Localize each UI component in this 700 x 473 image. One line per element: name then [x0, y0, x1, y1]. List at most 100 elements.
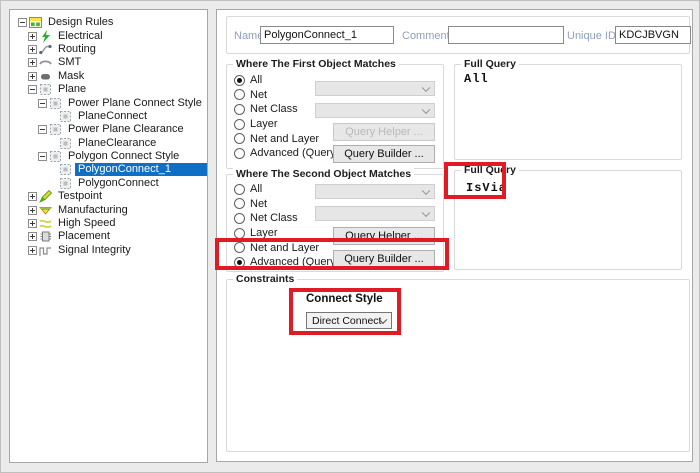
tree-item-label[interactable]: Plane — [55, 83, 89, 96]
full-query-second-title: Full Query — [461, 164, 519, 176]
tree-item-label[interactable]: Power Plane Clearance — [65, 123, 187, 136]
radio-label: Net — [250, 198, 267, 210]
tree-item-planeconnect[interactable]: PlaneConnect — [10, 110, 207, 123]
tree-item-label[interactable]: Manufacturing — [55, 204, 131, 217]
connect-style-label: Connect Style — [306, 293, 383, 305]
radio-button[interactable] — [234, 119, 245, 130]
expand-icon[interactable] — [28, 32, 37, 41]
radio-option-net-and-layer[interactable]: Net and Layer — [234, 131, 339, 146]
unique-id-input[interactable] — [615, 26, 691, 44]
tree-item-manufacturing[interactable]: Manufacturing — [10, 203, 207, 216]
tree-item-polygonconnect-1[interactable]: PolygonConnect_1 — [10, 163, 207, 176]
tree-item-label[interactable]: Mask — [55, 70, 87, 83]
rule-icon — [49, 97, 62, 110]
constraints-group: Constraints Connect Style Direct Connect — [226, 279, 690, 452]
tree-item-label[interactable]: Signal Integrity — [55, 244, 134, 257]
full-query-second-group: Full Query IsVia — [454, 170, 682, 270]
comment-input[interactable] — [448, 26, 564, 44]
tree-item-smt[interactable]: SMT — [10, 56, 207, 69]
radio-button-checked[interactable] — [234, 75, 245, 86]
full-query-first-title: Full Query — [461, 58, 519, 70]
radio-option-layer[interactable]: Layer — [234, 117, 339, 132]
name-input[interactable] — [260, 26, 394, 44]
tree-item-label[interactable]: SMT — [55, 56, 84, 69]
design-rules-dialog: Design RulesElectricalRoutingSMTMaskPlan… — [0, 0, 700, 473]
radio-button[interactable] — [234, 184, 245, 195]
expand-icon[interactable] — [28, 246, 37, 255]
expand-icon[interactable] — [28, 45, 37, 54]
radio-label: All — [250, 183, 262, 195]
radio-option-net-and-layer[interactable]: Net and Layer — [234, 240, 339, 255]
collapse-icon[interactable] — [38, 152, 47, 161]
tree-item-testpoint[interactable]: Testpoint — [10, 190, 207, 203]
expand-icon[interactable] — [28, 219, 37, 228]
radio-button-checked[interactable] — [234, 257, 245, 268]
tree-item-polygon-connect-style[interactable]: Polygon Connect Style — [10, 150, 207, 163]
tree-item-signal-integrity[interactable]: Signal Integrity — [10, 244, 207, 257]
tree-item-electrical[interactable]: Electrical — [10, 29, 207, 42]
tree-item-label[interactable]: Power Plane Connect Style — [65, 97, 205, 110]
collapse-icon[interactable] — [28, 85, 37, 94]
tree-item-label[interactable]: PlaneClearance — [75, 137, 159, 150]
radio-button[interactable] — [234, 133, 245, 144]
expand-icon[interactable] — [28, 232, 37, 241]
expand-icon[interactable] — [28, 72, 37, 81]
expand-icon[interactable] — [28, 206, 37, 215]
chevron-down-icon — [422, 105, 430, 113]
second-query-builder-button[interactable]: Query Builder ... — [333, 250, 435, 268]
rule-icon — [59, 137, 72, 150]
radio-button[interactable] — [234, 148, 245, 159]
signal-integrity-icon — [39, 244, 52, 257]
tree-item-mask[interactable]: Mask — [10, 70, 207, 83]
tree-item-label[interactable]: Testpoint — [55, 190, 105, 203]
radio-label: Net Class — [250, 212, 298, 224]
first-object-matches-title: Where The First Object Matches — [233, 58, 399, 70]
collapse-icon[interactable] — [38, 125, 47, 134]
expand-icon[interactable] — [28, 58, 37, 67]
tree-item-power-plane-clearance[interactable]: Power Plane Clearance — [10, 123, 207, 136]
tree-item-label[interactable]: Polygon Connect Style — [65, 150, 182, 163]
chevron-down-icon — [422, 83, 430, 91]
tree-item-plane[interactable]: Plane — [10, 83, 207, 96]
radio-button[interactable] — [234, 242, 245, 253]
radio-button[interactable] — [234, 104, 245, 115]
tree-item-label[interactable]: Placement — [55, 230, 113, 243]
radio-option-advanced-query-[interactable]: Advanced (Query) — [234, 146, 339, 161]
tree-item-power-plane-connect-style[interactable]: Power Plane Connect Style — [10, 96, 207, 109]
tree-item-label[interactable]: PlaneConnect — [75, 110, 150, 123]
constraints-title: Constraints — [233, 273, 297, 285]
first-query-builder-button[interactable]: Query Builder ... — [333, 145, 435, 163]
smt-icon — [39, 56, 52, 69]
tree-item-label[interactable]: High Speed — [55, 217, 119, 230]
connect-style-value: Direct Connect — [312, 315, 381, 327]
design-rules-icon — [29, 16, 42, 29]
radio-button[interactable] — [234, 89, 245, 100]
mask-icon — [39, 70, 52, 83]
tree-item-label[interactable]: Design Rules — [45, 16, 116, 29]
expand-icon[interactable] — [28, 192, 37, 201]
tree-item-label[interactable]: PolygonConnect — [75, 177, 162, 190]
radio-button[interactable] — [234, 213, 245, 224]
design-rules-tree[interactable]: Design RulesElectricalRoutingSMTMaskPlan… — [9, 9, 208, 463]
tree-item-design-rules[interactable]: Design Rules — [10, 16, 207, 29]
tree-item-placement[interactable]: Placement — [10, 230, 207, 243]
radio-label: Net — [250, 89, 267, 101]
collapse-icon[interactable] — [38, 99, 47, 108]
radio-button[interactable] — [234, 198, 245, 209]
radio-option-advanced-query-[interactable]: Advanced (Query) — [234, 255, 339, 270]
radio-label: Advanced (Query) — [250, 147, 339, 159]
tree-item-routing[interactable]: Routing — [10, 43, 207, 56]
tree-item-label[interactable]: Electrical — [55, 30, 106, 43]
electrical-icon — [39, 30, 52, 43]
tree-item-polygonconnect[interactable]: PolygonConnect — [10, 177, 207, 190]
second-query-helper-button[interactable]: Query Helper ... — [333, 227, 435, 245]
collapse-icon[interactable] — [18, 18, 27, 27]
radio-button[interactable] — [234, 228, 245, 239]
tree-item-label[interactable]: PolygonConnect_1 — [75, 163, 207, 176]
tree-item-high-speed[interactable]: High Speed — [10, 217, 207, 230]
tree-item-label[interactable]: Routing — [55, 43, 99, 56]
connect-style-combo[interactable]: Direct Connect — [306, 312, 392, 329]
second-object-matches-title: Where The Second Object Matches — [233, 168, 414, 180]
radio-option-layer[interactable]: Layer — [234, 226, 339, 241]
tree-item-planeclearance[interactable]: PlaneClearance — [10, 137, 207, 150]
